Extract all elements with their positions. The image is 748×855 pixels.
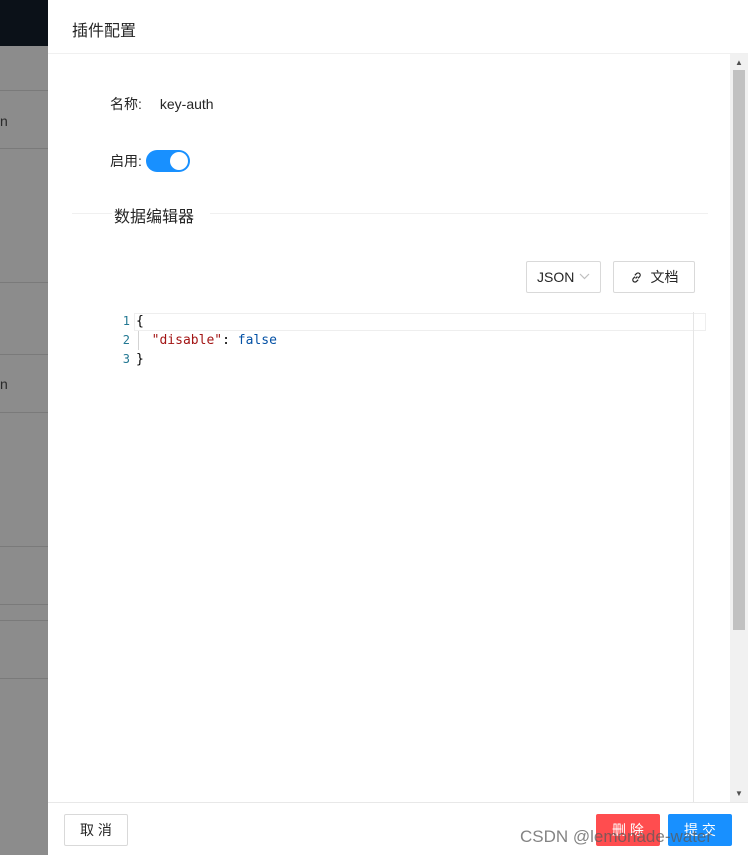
code-token: {	[136, 314, 144, 329]
form-row-enable: 启用:	[110, 150, 190, 172]
name-value: key-auth	[159, 96, 214, 112]
link-icon	[630, 271, 643, 284]
scroll-down-arrow-icon[interactable]: ▼	[735, 789, 743, 798]
data-editor-divider: 数据编辑器	[72, 203, 708, 226]
background-page: n n	[0, 0, 48, 855]
enable-label: 启用:	[110, 153, 142, 169]
code-line: }	[136, 350, 706, 369]
format-select-value: JSON	[537, 269, 575, 285]
drawer-header: 插件配置	[48, 0, 748, 54]
background-divider	[0, 282, 48, 283]
background-divider	[0, 354, 48, 355]
code-token: }	[136, 352, 144, 367]
code-line: "disable": false	[136, 331, 706, 350]
editor-gutter: 1 2 3	[100, 312, 130, 369]
switch-knob	[169, 152, 188, 170]
background-divider	[0, 148, 48, 149]
background-divider	[0, 546, 48, 547]
delete-button[interactable]: 删 除	[596, 814, 660, 846]
code-token-key: "disable"	[151, 333, 223, 348]
scrollbar-thumb[interactable]	[733, 70, 745, 630]
code-line: {	[136, 312, 706, 331]
background-topbar	[0, 0, 48, 46]
data-editor-heading: 数据编辑器	[114, 209, 195, 226]
enable-switch[interactable]	[145, 150, 190, 172]
form-row-name: 名称: key-auth	[110, 94, 214, 114]
cancel-button[interactable]: 取 消	[64, 814, 128, 846]
chevron-down-icon	[579, 272, 590, 283]
code-token-value: false	[237, 333, 277, 348]
background-divider	[0, 620, 48, 621]
background-text-fragment: n	[0, 113, 8, 129]
format-select[interactable]: JSON	[526, 261, 601, 293]
divider-line	[210, 213, 708, 214]
background-divider	[0, 604, 48, 605]
background-divider	[0, 412, 48, 413]
submit-button[interactable]: 提 交	[668, 814, 732, 846]
plugin-config-drawer: 插件配置 名称: key-auth 启用: 数据编辑器 JSON 文档 1 2 …	[48, 0, 748, 855]
editor-overview-ruler	[693, 312, 694, 802]
code-editor[interactable]: 1 2 3 { "disable": false }	[100, 312, 706, 802]
background-text-fragment: n	[0, 376, 8, 392]
line-number: 2	[122, 333, 130, 347]
background-divider	[0, 678, 48, 679]
drawer-footer: 取 消 删 除 提 交 CSDN @lemonade-water	[48, 802, 748, 855]
docs-label: 文档	[650, 269, 679, 285]
divider-line	[72, 213, 112, 214]
editor-code: { "disable": false }	[136, 312, 706, 369]
drawer-scrollbar[interactable]: ▲ ▼	[730, 54, 748, 802]
line-number: 1	[122, 314, 130, 328]
line-number: 3	[122, 352, 130, 366]
docs-button[interactable]: 文档	[613, 261, 695, 293]
drawer-title: 插件配置	[72, 23, 137, 40]
code-token-separator: :	[222, 333, 238, 348]
background-divider	[0, 90, 48, 91]
scroll-up-arrow-icon[interactable]: ▲	[735, 58, 743, 67]
name-label: 名称:	[110, 96, 142, 112]
